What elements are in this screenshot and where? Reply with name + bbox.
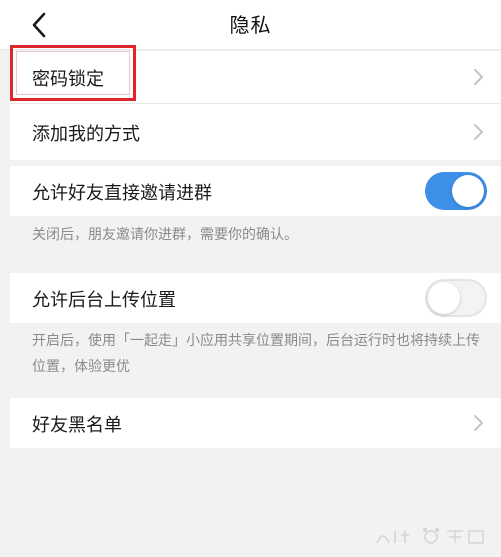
allow-invite-description: 关闭后，朋友邀请你进群，需要你的确认。 <box>32 227 298 243</box>
row-add-method[interactable]: 添加我的方式 <box>10 104 501 160</box>
chevron-right-icon <box>474 124 483 140</box>
toggle-knob <box>452 175 484 207</box>
page-title: 隐私 <box>229 13 272 37</box>
watermark-logo-icon <box>376 528 484 544</box>
row-blacklist[interactable]: 好友黑名单 <box>10 398 501 448</box>
top-bar: 隐私 <box>0 0 501 50</box>
row-password-lock-label: 密码锁定 <box>32 69 104 90</box>
row-add-method-label: 添加我的方式 <box>32 124 140 145</box>
row-background-location: 允许后台上传位置 <box>10 273 501 323</box>
toggle-knob <box>428 282 460 314</box>
row-background-location-label: 允许后台上传位置 <box>32 290 176 311</box>
row-password-lock[interactable]: 密码锁定 <box>10 51 501 103</box>
row-allow-invite: 允许好友直接邀请进群 <box>10 166 501 216</box>
background-location-description: 开启后，使用「一起走」小应用共享位置期间，后台运行时也将持续上传位置，体验更优 <box>32 333 480 375</box>
row-blacklist-label: 好友黑名单 <box>32 415 122 436</box>
chevron-right-icon <box>474 69 483 85</box>
allow-invite-toggle[interactable] <box>425 172 487 210</box>
row-allow-invite-label: 允许好友直接邀请进群 <box>32 183 212 204</box>
background-location-toggle[interactable] <box>425 279 487 317</box>
chevron-right-icon <box>474 415 483 431</box>
